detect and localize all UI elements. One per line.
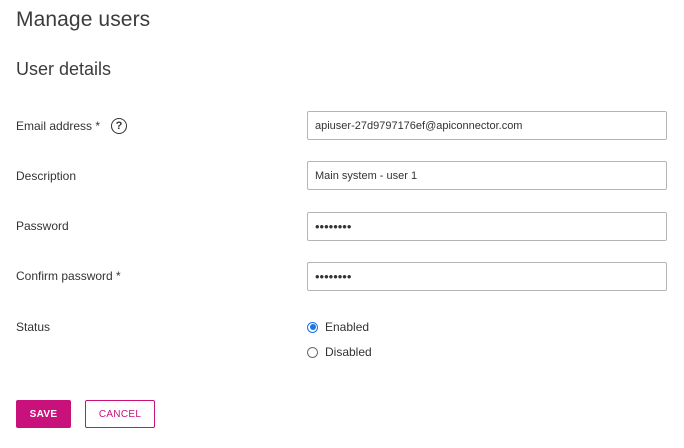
status-label: Status [16,320,51,334]
password-field[interactable] [307,212,667,241]
email-label: Email address * [16,119,101,133]
confirm-password-label: Confirm password * [16,269,121,283]
question-circle-icon[interactable]: ? [111,118,128,134]
status-option-disabled[interactable]: Disabled [307,345,372,359]
password-label: Password [16,219,69,233]
page-title: Manage users [16,8,151,31]
status-option-label: Enabled [325,320,370,334]
status-option-enabled[interactable]: Enabled [307,320,369,334]
radio-enabled[interactable] [307,321,318,333]
manage-users-page: Manage users User details Email address … [0,0,684,448]
save-button[interactable]: SAVE [16,400,71,428]
email-field[interactable] [307,111,667,140]
description-field[interactable] [307,161,667,190]
section-title: User details [16,59,112,79]
cancel-button[interactable]: CANCEL [85,400,155,428]
email-label-row: Email address * ? [16,118,128,134]
radio-disabled[interactable] [307,346,318,358]
status-option-label: Disabled [325,345,372,359]
confirm-password-field[interactable] [307,262,667,291]
description-label: Description [16,169,77,183]
